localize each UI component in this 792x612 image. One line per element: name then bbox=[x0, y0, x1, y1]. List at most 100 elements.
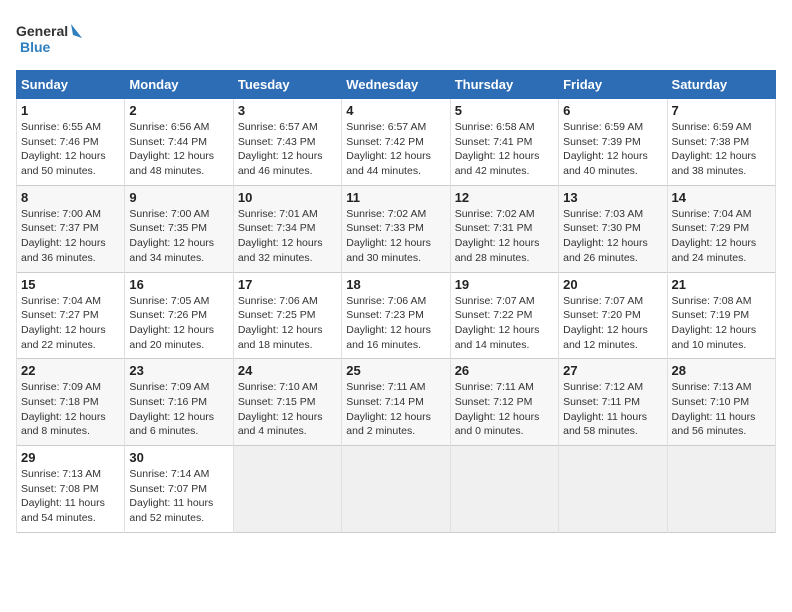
day-cell: 9 Sunrise: 7:00 AMSunset: 7:35 PMDaylight… bbox=[125, 185, 233, 272]
day-cell bbox=[559, 446, 667, 533]
day-number: 10 bbox=[238, 190, 337, 205]
day-cell: 1 Sunrise: 6:55 AMSunset: 7:46 PMDaylight… bbox=[17, 99, 125, 186]
day-cell: 20 Sunrise: 7:07 AMSunset: 7:20 PMDayligh… bbox=[559, 272, 667, 359]
day-info: Sunrise: 7:12 AMSunset: 7:11 PMDaylight:… bbox=[563, 380, 662, 439]
day-cell: 7 Sunrise: 6:59 AMSunset: 7:38 PMDaylight… bbox=[667, 99, 775, 186]
day-info: Sunrise: 7:07 AMSunset: 7:20 PMDaylight:… bbox=[563, 294, 662, 353]
day-cell: 12 Sunrise: 7:02 AMSunset: 7:31 PMDayligh… bbox=[450, 185, 558, 272]
day-info: Sunrise: 6:57 AMSunset: 7:43 PMDaylight:… bbox=[238, 120, 337, 179]
day-number: 8 bbox=[21, 190, 120, 205]
day-info: Sunrise: 6:56 AMSunset: 7:44 PMDaylight:… bbox=[129, 120, 228, 179]
day-number: 29 bbox=[21, 450, 120, 465]
day-info: Sunrise: 7:02 AMSunset: 7:31 PMDaylight:… bbox=[455, 207, 554, 266]
day-number: 7 bbox=[672, 103, 771, 118]
day-info: Sunrise: 7:08 AMSunset: 7:19 PMDaylight:… bbox=[672, 294, 771, 353]
day-info: Sunrise: 7:11 AMSunset: 7:14 PMDaylight:… bbox=[346, 380, 445, 439]
day-info: Sunrise: 6:59 AMSunset: 7:38 PMDaylight:… bbox=[672, 120, 771, 179]
day-number: 23 bbox=[129, 363, 228, 378]
day-info: Sunrise: 7:06 AMSunset: 7:25 PMDaylight:… bbox=[238, 294, 337, 353]
day-cell: 11 Sunrise: 7:02 AMSunset: 7:33 PMDayligh… bbox=[342, 185, 450, 272]
day-info: Sunrise: 7:09 AMSunset: 7:18 PMDaylight:… bbox=[21, 380, 120, 439]
day-number: 18 bbox=[346, 277, 445, 292]
week-row: 29 Sunrise: 7:13 AMSunset: 7:08 PMDayligh… bbox=[17, 446, 776, 533]
day-cell bbox=[450, 446, 558, 533]
day-info: Sunrise: 7:00 AMSunset: 7:35 PMDaylight:… bbox=[129, 207, 228, 266]
day-cell: 19Sunrise: 7:07 AMSunset: 7:22 PMDayligh… bbox=[450, 272, 558, 359]
day-cell: 24 Sunrise: 7:10 AMSunset: 7:15 PMDayligh… bbox=[233, 359, 341, 446]
day-cell: 2 Sunrise: 6:56 AMSunset: 7:44 PMDaylight… bbox=[125, 99, 233, 186]
day-number: 11 bbox=[346, 190, 445, 205]
svg-text:Blue: Blue bbox=[20, 39, 51, 55]
day-number: 27 bbox=[563, 363, 662, 378]
day-number: 1 bbox=[21, 103, 120, 118]
day-info: Sunrise: 7:14 AMSunset: 7:07 PMDaylight:… bbox=[129, 467, 228, 526]
day-cell: 29 Sunrise: 7:13 AMSunset: 7:08 PMDayligh… bbox=[17, 446, 125, 533]
day-cell: 21Sunrise: 7:08 AMSunset: 7:19 PMDayligh… bbox=[667, 272, 775, 359]
day-info: Sunrise: 7:13 AMSunset: 7:10 PMDaylight:… bbox=[672, 380, 771, 439]
col-header-thursday: Thursday bbox=[450, 71, 558, 99]
day-info: Sunrise: 6:55 AMSunset: 7:46 PMDaylight:… bbox=[21, 120, 120, 179]
day-cell: 4Sunrise: 6:57 AMSunset: 7:42 PMDaylight… bbox=[342, 99, 450, 186]
day-cell: 5 Sunrise: 6:58 AMSunset: 7:41 PMDaylight… bbox=[450, 99, 558, 186]
day-info: Sunrise: 7:03 AMSunset: 7:30 PMDaylight:… bbox=[563, 207, 662, 266]
day-number: 3 bbox=[238, 103, 337, 118]
day-info: Sunrise: 7:01 AMSunset: 7:34 PMDaylight:… bbox=[238, 207, 337, 266]
day-cell: 18 Sunrise: 7:06 AMSunset: 7:23 PMDayligh… bbox=[342, 272, 450, 359]
day-info: Sunrise: 7:10 AMSunset: 7:15 PMDaylight:… bbox=[238, 380, 337, 439]
day-cell: 8Sunrise: 7:00 AMSunset: 7:37 PMDaylight… bbox=[17, 185, 125, 272]
col-header-tuesday: Tuesday bbox=[233, 71, 341, 99]
day-info: Sunrise: 6:57 AMSunset: 7:42 PMDaylight:… bbox=[346, 120, 445, 179]
page-header: General Blue bbox=[16, 16, 776, 60]
week-row: 8Sunrise: 7:00 AMSunset: 7:37 PMDaylight… bbox=[17, 185, 776, 272]
day-number: 5 bbox=[455, 103, 554, 118]
day-number: 15 bbox=[21, 277, 120, 292]
logo-svg: General Blue bbox=[16, 20, 86, 60]
day-cell: 30 Sunrise: 7:14 AMSunset: 7:07 PMDayligh… bbox=[125, 446, 233, 533]
week-row: 1 Sunrise: 6:55 AMSunset: 7:46 PMDaylight… bbox=[17, 99, 776, 186]
logo: General Blue bbox=[16, 20, 86, 60]
day-info: Sunrise: 7:04 AMSunset: 7:29 PMDaylight:… bbox=[672, 207, 771, 266]
day-number: 12 bbox=[455, 190, 554, 205]
day-cell bbox=[233, 446, 341, 533]
day-number: 26 bbox=[455, 363, 554, 378]
day-cell: 13 Sunrise: 7:03 AMSunset: 7:30 PMDayligh… bbox=[559, 185, 667, 272]
calendar-table: SundayMondayTuesdayWednesdayThursdayFrid… bbox=[16, 70, 776, 533]
day-number: 20 bbox=[563, 277, 662, 292]
day-cell bbox=[342, 446, 450, 533]
day-cell: 14 Sunrise: 7:04 AMSunset: 7:29 PMDayligh… bbox=[667, 185, 775, 272]
day-cell: 27 Sunrise: 7:12 AMSunset: 7:11 PMDayligh… bbox=[559, 359, 667, 446]
day-cell: 10 Sunrise: 7:01 AMSunset: 7:34 PMDayligh… bbox=[233, 185, 341, 272]
day-info: Sunrise: 7:09 AMSunset: 7:16 PMDaylight:… bbox=[129, 380, 228, 439]
day-cell: 26 Sunrise: 7:11 AMSunset: 7:12 PMDayligh… bbox=[450, 359, 558, 446]
day-number: 2 bbox=[129, 103, 228, 118]
day-number: 22 bbox=[21, 363, 120, 378]
day-info: Sunrise: 6:58 AMSunset: 7:41 PMDaylight:… bbox=[455, 120, 554, 179]
day-cell: 28Sunrise: 7:13 AMSunset: 7:10 PMDayligh… bbox=[667, 359, 775, 446]
day-cell: 3 Sunrise: 6:57 AMSunset: 7:43 PMDaylight… bbox=[233, 99, 341, 186]
day-info: Sunrise: 7:04 AMSunset: 7:27 PMDaylight:… bbox=[21, 294, 120, 353]
col-header-monday: Monday bbox=[125, 71, 233, 99]
day-info: Sunrise: 7:02 AMSunset: 7:33 PMDaylight:… bbox=[346, 207, 445, 266]
day-number: 9 bbox=[129, 190, 228, 205]
day-number: 6 bbox=[563, 103, 662, 118]
day-cell: 23 Sunrise: 7:09 AMSunset: 7:16 PMDayligh… bbox=[125, 359, 233, 446]
day-number: 16 bbox=[129, 277, 228, 292]
week-row: 15 Sunrise: 7:04 AMSunset: 7:27 PMDayligh… bbox=[17, 272, 776, 359]
col-header-wednesday: Wednesday bbox=[342, 71, 450, 99]
day-number: 24 bbox=[238, 363, 337, 378]
day-number: 14 bbox=[672, 190, 771, 205]
col-header-friday: Friday bbox=[559, 71, 667, 99]
day-info: Sunrise: 6:59 AMSunset: 7:39 PMDaylight:… bbox=[563, 120, 662, 179]
day-cell: 25Sunrise: 7:11 AMSunset: 7:14 PMDayligh… bbox=[342, 359, 450, 446]
day-number: 19 bbox=[455, 277, 554, 292]
col-header-sunday: Sunday bbox=[17, 71, 125, 99]
col-header-saturday: Saturday bbox=[667, 71, 775, 99]
day-number: 13 bbox=[563, 190, 662, 205]
day-info: Sunrise: 7:05 AMSunset: 7:26 PMDaylight:… bbox=[129, 294, 228, 353]
day-number: 30 bbox=[129, 450, 228, 465]
week-row: 22 Sunrise: 7:09 AMSunset: 7:18 PMDayligh… bbox=[17, 359, 776, 446]
day-cell: 6 Sunrise: 6:59 AMSunset: 7:39 PMDaylight… bbox=[559, 99, 667, 186]
day-info: Sunrise: 7:13 AMSunset: 7:08 PMDaylight:… bbox=[21, 467, 120, 526]
day-info: Sunrise: 7:11 AMSunset: 7:12 PMDaylight:… bbox=[455, 380, 554, 439]
day-info: Sunrise: 7:06 AMSunset: 7:23 PMDaylight:… bbox=[346, 294, 445, 353]
